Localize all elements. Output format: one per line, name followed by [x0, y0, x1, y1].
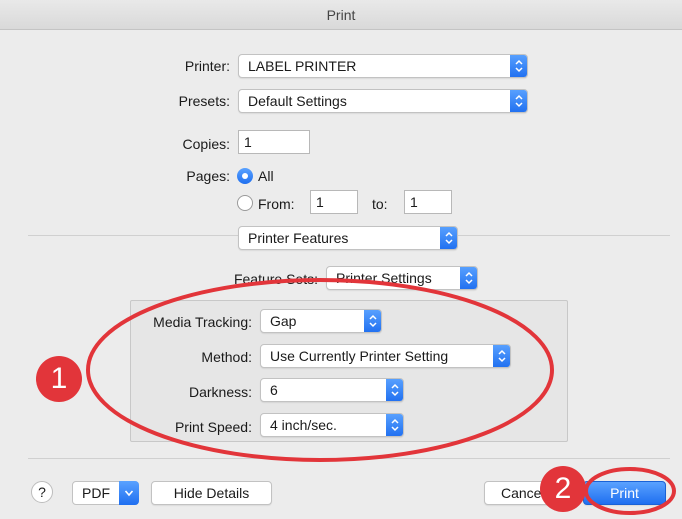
copies-field[interactable]: 1 — [238, 130, 310, 154]
hide-details-button[interactable]: Hide Details — [151, 481, 272, 505]
media-tracking-label: Media Tracking: — [153, 314, 252, 330]
darkness-value: 6 — [270, 382, 278, 398]
presets-popup[interactable]: Default Settings — [238, 89, 528, 113]
annotation-badge-2: 2 — [540, 466, 586, 512]
printer-popup[interactable]: LABEL PRINTER — [238, 54, 528, 78]
pages-to-field[interactable]: 1 — [404, 190, 452, 214]
pages-label: Pages: — [186, 168, 230, 184]
chevron-updown-icon — [386, 414, 403, 436]
section-value: Printer Features — [248, 230, 349, 246]
pages-from-field[interactable]: 1 — [310, 190, 358, 214]
printer-value: LABEL PRINTER — [248, 58, 357, 74]
presets-label: Presets: — [178, 93, 230, 109]
printer-label: Printer: — [184, 58, 230, 74]
method-popup[interactable]: Use Currently Printer Setting — [260, 344, 511, 368]
copies-label: Copies: — [182, 136, 230, 152]
pages-from-radio[interactable] — [237, 195, 253, 211]
darkness-label: Darkness: — [188, 384, 252, 400]
section-popup[interactable]: Printer Features — [238, 226, 458, 250]
chevron-updown-icon — [460, 267, 477, 289]
pages-all-label: All — [258, 168, 274, 184]
window-title: Print — [0, 0, 682, 30]
print-button[interactable]: Print — [583, 481, 666, 505]
feature-sets-popup[interactable]: Printer Settings — [326, 266, 478, 290]
presets-value: Default Settings — [248, 93, 347, 109]
chevron-updown-icon — [493, 345, 510, 367]
feature-sets-value: Printer Settings — [336, 270, 432, 286]
darkness-popup[interactable]: 6 — [260, 378, 404, 402]
help-button[interactable]: ? — [31, 481, 53, 503]
chevron-updown-icon — [510, 90, 527, 112]
footer-separator — [28, 458, 670, 459]
chevron-updown-icon — [386, 379, 403, 401]
chevron-updown-icon — [440, 227, 457, 249]
chevron-down-icon — [119, 481, 139, 505]
pages-from-label: From: — [258, 196, 295, 212]
media-tracking-popup[interactable]: Gap — [260, 309, 382, 333]
pages-all-radio[interactable] — [237, 168, 253, 184]
pdf-menu-button[interactable]: PDF — [72, 481, 139, 505]
chevron-updown-icon — [364, 310, 381, 332]
pdf-label: PDF — [82, 485, 110, 501]
print-speed-popup[interactable]: 4 inch/sec. — [260, 413, 404, 437]
pages-to-label: to: — [372, 196, 388, 212]
media-tracking-value: Gap — [270, 313, 297, 329]
chevron-updown-icon — [510, 55, 527, 77]
print-speed-value: 4 inch/sec. — [270, 417, 337, 433]
annotation-badge-1: 1 — [36, 356, 82, 402]
method-value: Use Currently Printer Setting — [270, 348, 449, 364]
feature-sets-label: Feature Sets: — [233, 271, 318, 287]
method-label: Method: — [201, 349, 252, 365]
print-speed-label: Print Speed: — [174, 419, 252, 435]
